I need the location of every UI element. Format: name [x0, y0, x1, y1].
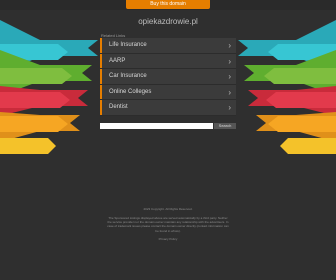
- related-link-label: Dentist: [109, 104, 128, 111]
- right-decorative-arrows: [238, 20, 336, 190]
- top-banner: Buy this domain: [0, 0, 336, 10]
- related-link-label: Car Insurance: [109, 73, 147, 80]
- chevron-right-icon: ›: [228, 87, 231, 97]
- related-link-aarp[interactable]: AARP ›: [100, 53, 236, 70]
- copyright-text: 2023 Copyright. All Rights Reserved.: [143, 207, 193, 211]
- chevron-right-icon: ›: [228, 41, 231, 50]
- related-link-label: AARP: [109, 57, 126, 64]
- disclaimer-text: The Sponsored Listings displayed above a…: [107, 216, 229, 233]
- related-link-label: Online Colleges: [109, 88, 152, 95]
- search-button[interactable]: Search: [214, 123, 236, 129]
- search-input[interactable]: [100, 123, 213, 129]
- footer: 2023 Copyright. All Rights Reserved. The…: [100, 207, 236, 242]
- related-link-dentist[interactable]: Dentist ›: [100, 100, 236, 116]
- privacy-policy-link[interactable]: Privacy Policy: [100, 237, 236, 242]
- related-link-life-insurance[interactable]: Life Insurance ›: [100, 38, 236, 54]
- related-link-label: Life Insurance: [109, 42, 147, 48]
- buy-domain-button[interactable]: Buy this domain: [126, 0, 210, 9]
- chevron-right-icon: ›: [228, 103, 231, 113]
- left-decorative-arrows: [0, 20, 98, 190]
- right-arrows-graphic: [238, 20, 336, 154]
- related-link-online-colleges[interactable]: Online Colleges ›: [100, 84, 236, 101]
- chevron-right-icon: ›: [228, 72, 231, 82]
- chevron-right-icon: ›: [228, 56, 231, 66]
- related-link-car-insurance[interactable]: Car Insurance ›: [100, 69, 236, 85]
- parked-domain-page: Buy this domain opiekazdrowie.pl Related…: [0, 0, 336, 280]
- left-arrows-graphic: [0, 20, 98, 154]
- search-bar: Search: [100, 123, 236, 129]
- related-links-list: Life Insurance › AARP › Car Insurance › …: [100, 38, 236, 116]
